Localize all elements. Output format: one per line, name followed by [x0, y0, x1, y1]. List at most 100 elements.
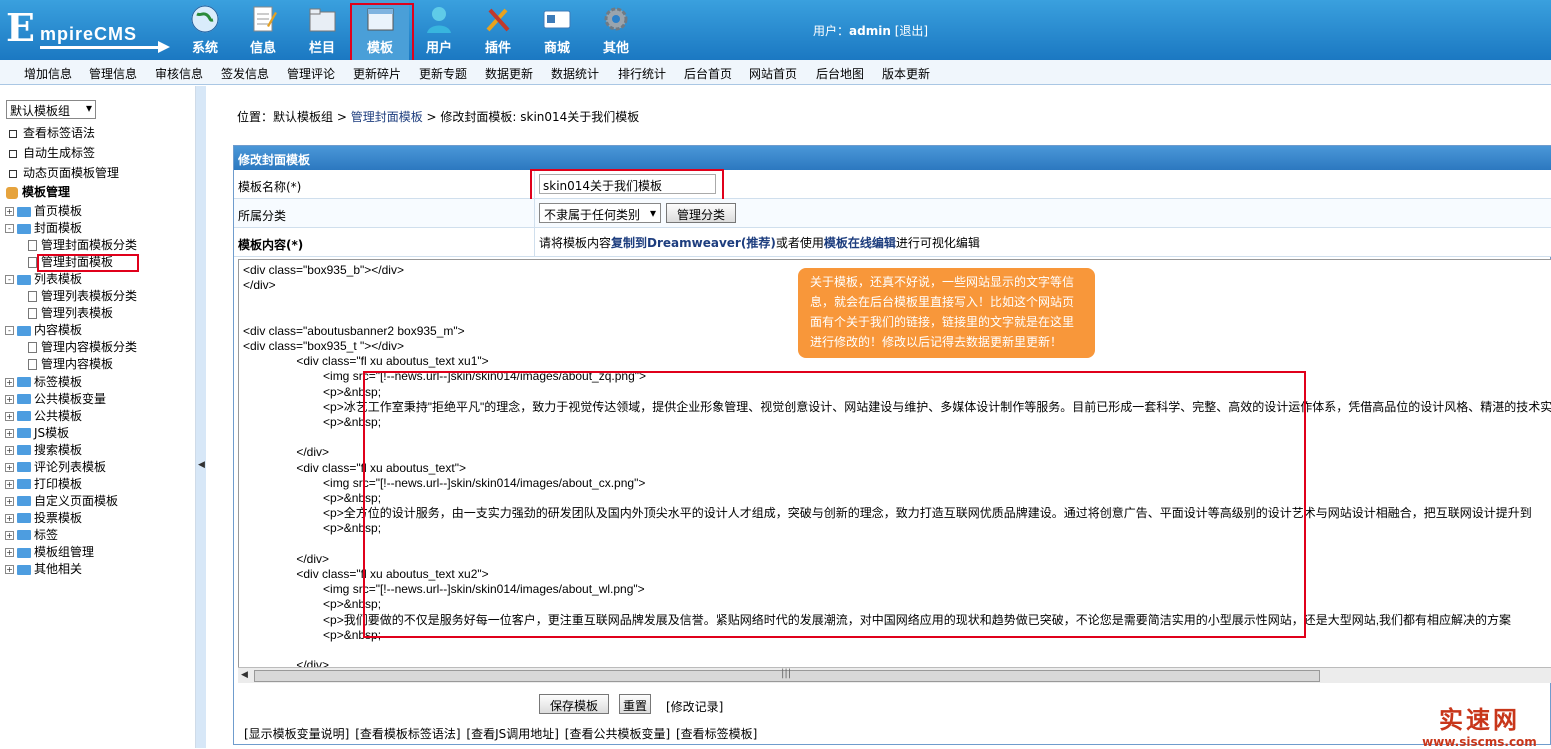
tree-child-item[interactable]: 管理内容模板 [28, 355, 113, 372]
link-tag-templates[interactable]: [查看标签模板] [676, 727, 757, 741]
topnav-globe[interactable]: 系统 [176, 0, 234, 60]
tree-child-item[interactable]: 管理封面模板分类 [28, 236, 137, 253]
tree-item-label: 打印模板 [34, 476, 83, 491]
subnav-item[interactable]: 增加信息 [24, 65, 72, 82]
reset-button[interactable]: 重置 [619, 694, 651, 714]
topnav-user[interactable]: 用户 [410, 0, 468, 60]
topnav-gear[interactable]: 其他 [587, 0, 645, 60]
subnav-item[interactable]: 更新专题 [419, 65, 467, 82]
empirecms-logo[interactable]: E mpireCMS [6, 5, 176, 53]
sidebar-splitter[interactable]: ◀ [196, 86, 206, 748]
topnav-folder[interactable]: 栏目 [293, 0, 351, 60]
link-template-variables[interactable]: [显示模板变量说明] [244, 727, 349, 741]
template-manage-icon [6, 186, 18, 199]
tree-folder-item[interactable]: + 标签 [5, 526, 58, 543]
expand-icon[interactable]: + [5, 445, 14, 455]
bullet-icon [9, 129, 17, 138]
subnav-item[interactable]: 排行统计 [618, 65, 666, 82]
copy-to-dreamweaver-link[interactable]: 复制到Dreamweaver(推荐) [611, 236, 776, 250]
logo-arrow-icon [158, 41, 170, 53]
expand-icon[interactable]: + [5, 411, 14, 421]
expand-icon[interactable]: + [5, 565, 14, 575]
category-select[interactable]: 不隶属于任何类别 ▾ [539, 203, 661, 223]
subnav-item[interactable]: 版本更新 [882, 65, 930, 82]
template-group-value: 默认模板组 [10, 104, 71, 118]
globe-icon [189, 4, 221, 34]
tree-folder-item[interactable]: + 搜索模板 [5, 441, 82, 458]
tree-folder-item[interactable]: + 其他相关 [5, 560, 82, 577]
link-js-address[interactable]: [查看JS调用地址] [466, 727, 559, 741]
subnav-item[interactable]: 更新碎片 [353, 65, 401, 82]
folder-icon [17, 428, 31, 439]
tree-item-label: 管理内容模板 [41, 357, 114, 372]
subnav-item[interactable]: 管理信息 [89, 65, 137, 82]
topnav-tools[interactable]: 插件 [469, 0, 527, 60]
subnav-item[interactable]: 网站首页 [749, 65, 797, 82]
subnav-item[interactable]: 管理评论 [287, 65, 335, 82]
template-group-select[interactable]: 默认模板组 ▾ [6, 100, 96, 119]
tree-item-label: 标签 [34, 527, 59, 542]
tree-child-item[interactable]: 管理列表模板分类 [28, 287, 137, 304]
tree-folder-item[interactable]: + 自定义页面模板 [5, 492, 118, 509]
gear-icon [600, 4, 632, 34]
tree-folder-item[interactable]: - 封面模板 [5, 219, 82, 236]
tree-folder-item[interactable]: + 投票模板 [5, 509, 82, 526]
logout-link[interactable]: [退出] [895, 24, 928, 38]
folder-icon [17, 411, 31, 422]
expand-icon[interactable]: + [5, 394, 14, 404]
logo-initial: E [6, 5, 35, 50]
tree-folder-item[interactable]: - 列表模板 [5, 270, 82, 287]
tree-child-item[interactable]: 管理内容模板分类 [28, 338, 137, 355]
subnav-item[interactable]: 数据统计 [551, 65, 599, 82]
expand-icon[interactable]: + [5, 479, 14, 489]
collapse-icon[interactable]: - [5, 275, 14, 285]
expand-icon[interactable]: + [5, 530, 14, 540]
sidebar-link-tag-syntax[interactable]: 查看标签语法 [9, 124, 95, 141]
expand-icon[interactable]: + [5, 548, 14, 557]
tree-folder-item[interactable]: + 公共模板变量 [5, 390, 106, 407]
tree-folder-item[interactable]: - 内容模板 [5, 321, 82, 338]
history-link[interactable]: [修改记录] [666, 698, 723, 715]
subnav-item[interactable]: 数据更新 [485, 65, 533, 82]
subnav-item[interactable]: 审核信息 [155, 65, 203, 82]
collapse-icon[interactable]: - [5, 326, 14, 336]
folder-icon [17, 496, 31, 507]
sidebar-link-auto-tags[interactable]: 自动生成标签 [9, 144, 95, 161]
topnav-card[interactable]: 商城 [528, 0, 586, 60]
tree-folder-item[interactable]: + 模板组管理 [5, 543, 94, 560]
tree-folder-item[interactable]: + JS模板 [5, 424, 69, 441]
tree-item-label: 模板组管理 [34, 545, 95, 559]
subnav-item[interactable]: 后台地图 [816, 65, 864, 82]
expand-icon[interactable]: + [5, 377, 14, 387]
row-divider [534, 199, 535, 227]
link-public-variables[interactable]: [查看公共模板变量] [565, 727, 670, 741]
tree-folder-item[interactable]: + 评论列表模板 [5, 458, 106, 475]
breadcrumb-link-manage-cover[interactable]: 管理封面模板 [351, 110, 423, 124]
editor-horizontal-scrollbar[interactable]: ◀ ||| [238, 667, 1551, 683]
expand-icon[interactable]: + [5, 428, 14, 438]
topnav-label: 插件 [484, 41, 511, 56]
tree-folder-item[interactable]: + 打印模板 [5, 475, 82, 492]
topnav-notepad[interactable]: 信息 [234, 0, 292, 60]
folder-icon [17, 462, 31, 473]
tree-child-item[interactable]: 管理列表模板 [28, 304, 113, 321]
subnav-item[interactable]: 后台首页 [684, 65, 732, 82]
subnav-item[interactable]: 签发信息 [221, 65, 269, 82]
tree-folder-item[interactable]: + 标签模板 [5, 373, 82, 390]
expand-icon[interactable]: + [5, 207, 14, 216]
expand-icon[interactable]: + [5, 462, 14, 472]
sidebar-link-dynamic-templates[interactable]: 动态页面模板管理 [9, 164, 119, 181]
tree-folder-item[interactable]: + 公共模板 [5, 407, 82, 424]
manage-category-button[interactable]: 管理分类 [666, 203, 736, 223]
collapse-icon[interactable]: - [5, 224, 14, 234]
link-tag-syntax[interactable]: [查看模板标签语法] [355, 727, 460, 741]
expand-icon[interactable]: + [5, 496, 14, 506]
tree-folder-item[interactable]: + 首页模板 [5, 202, 82, 219]
save-template-button[interactable]: 保存模板 [539, 694, 609, 714]
chevron-down-icon: ▾ [85, 101, 92, 115]
tree-item-label: 管理列表模板分类 [41, 289, 138, 304]
folder-icon [17, 547, 31, 558]
scroll-left-icon[interactable]: ◀ [241, 670, 248, 680]
online-edit-link[interactable]: 模板在线编辑 [824, 236, 896, 250]
expand-icon[interactable]: + [5, 513, 14, 523]
